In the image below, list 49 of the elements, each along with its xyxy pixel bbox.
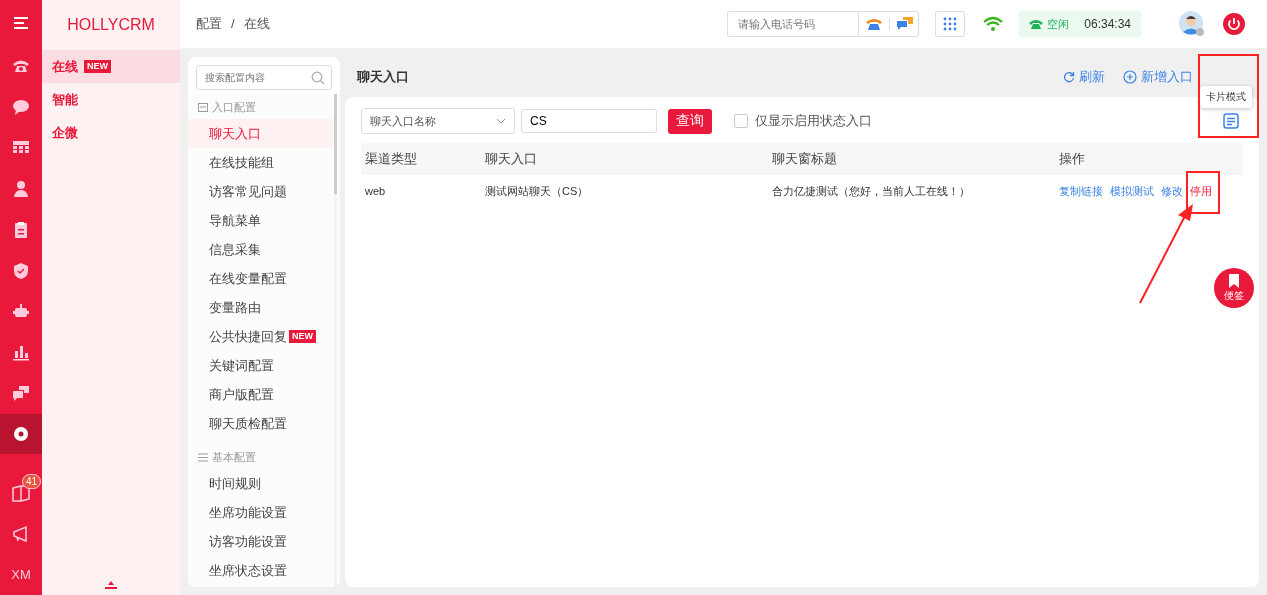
config-menu-item[interactable]: 关键词配置 <box>188 351 333 380</box>
column-header: 操作 <box>1055 143 1243 175</box>
config-menu-item[interactable]: 在线变量配置 <box>188 264 333 293</box>
action-link[interactable]: 模拟测试 <box>1110 183 1154 199</box>
count-badge: 41 <box>22 474 42 490</box>
table-cell: web <box>361 175 481 207</box>
sidebar-item[interactable]: 在线 NEW <box>42 50 180 83</box>
group-heading: 基本配置 <box>212 450 256 465</box>
breadcrumb-item[interactable]: 配置 <box>196 16 222 31</box>
table-cell: 合力亿捷测试（您好，当前人工在线！） <box>768 175 1055 207</box>
config-menu-item[interactable]: 公共快捷回复 NEW <box>188 322 333 351</box>
filter-select[interactable]: 聊天入口名称 <box>361 108 515 134</box>
page-title: 聊天入口 <box>357 68 409 86</box>
config-menu-item[interactable]: 坐席状态设置 <box>188 556 333 585</box>
tooltip: 卡片模式 <box>1200 86 1252 108</box>
action-link[interactable]: 修改 <box>1161 183 1183 199</box>
table-cell: 测试网站聊天（CS） <box>481 175 768 207</box>
action-link[interactable]: 停用 <box>1190 183 1212 199</box>
column-header: 渠道类型 <box>361 143 481 175</box>
add-entry-button[interactable]: 新增入口 <box>1123 68 1193 86</box>
action-link[interactable]: 复制链接 <box>1059 183 1103 199</box>
refresh-button[interactable]: 刷新 <box>1063 68 1105 86</box>
breadcrumb-separator: / <box>231 16 235 31</box>
config-menu-item[interactable]: 时间规则 <box>188 469 333 498</box>
config-menu-item[interactable]: 商户版配置 <box>188 380 333 409</box>
config-menu-item[interactable]: 聊天入口 <box>188 119 333 148</box>
breadcrumb-item[interactable]: 在线 <box>243 16 270 31</box>
config-menu-item[interactable]: 访客功能设置 <box>188 527 333 556</box>
column-header: 聊天窗标题 <box>768 143 1055 175</box>
rail-item[interactable]: 41 <box>0 472 42 514</box>
app-logo: HOLLYCRM <box>66 15 156 35</box>
search-input[interactable]: CS <box>521 109 657 133</box>
config-menu-item[interactable]: 访客常见问题 <box>188 177 333 206</box>
config-menu-item[interactable]: 变量路由 <box>188 293 333 322</box>
config-menu-item[interactable]: 导航菜单 <box>188 206 333 235</box>
user-initials: XM <box>11 567 31 582</box>
group-heading: 入口配置 <box>212 100 256 115</box>
config-menu-item[interactable]: 聊天质检配置 <box>188 409 333 438</box>
config-menu-item[interactable]: 在线技能组 <box>188 148 333 177</box>
query-button[interactable]: 查询 <box>668 108 712 134</box>
phone-field[interactable]: 请输入电话号码 <box>727 11 919 37</box>
sidebar-item[interactable]: 智能 <box>42 83 180 116</box>
config-menu-item[interactable]: 坐席功能设置 <box>188 498 333 527</box>
search-field[interactable]: 搜索配置内容 <box>196 65 332 90</box>
column-header: 聊天入口 <box>481 143 768 175</box>
checkbox-label[interactable]: 仅显示启用状态入口 <box>755 112 872 130</box>
call-timer: 06:34:34 <box>1084 17 1131 31</box>
config-menu-item[interactable]: 信息采集 <box>188 235 333 264</box>
sidebar-item[interactable]: 企微 <box>42 116 180 149</box>
